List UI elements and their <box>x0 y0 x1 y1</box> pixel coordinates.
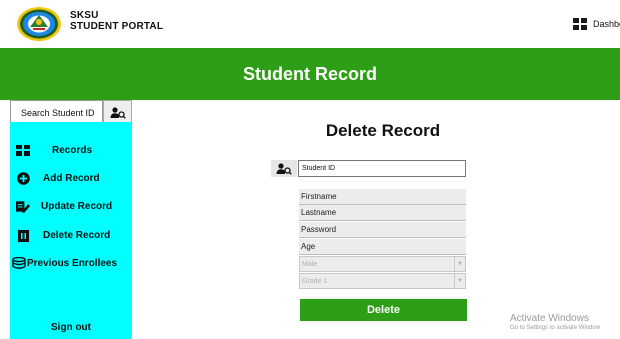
firstname-field[interactable]: Firstname <box>299 189 466 205</box>
database-icon <box>12 257 26 269</box>
portal-brand: SKSU STUDENT PORTAL <box>70 10 163 32</box>
grade-select[interactable]: Grade 1 ▼ <box>299 273 466 289</box>
password-field[interactable]: Password <box>299 222 466 238</box>
banner-title: Student Record <box>242 63 377 84</box>
sidebar-item-label: Delete Record <box>43 229 111 241</box>
watermark-subtitle: Go to Settings to activate Window <box>510 325 601 331</box>
plus-circle-icon <box>16 171 30 185</box>
activation-watermark: Activate Windows Go to Settings to activ… <box>510 313 600 331</box>
sidebar-item-label: Add Record <box>43 172 100 184</box>
chevron-down-icon: ▼ <box>454 274 465 288</box>
sidebar-item-previous-enrollees[interactable]: Previous Enrollees <box>10 252 132 274</box>
sidebar-item-update-record[interactable]: Update Record <box>10 195 132 217</box>
top-bar: SKSU STUDENT PORTAL Dashboard <box>0 0 620 48</box>
lastname-field[interactable]: Lastname <box>299 205 466 221</box>
page-banner: Student Record <box>0 48 620 100</box>
trash-icon <box>16 229 30 242</box>
grade-value: Grade 1 <box>302 277 328 285</box>
dashboard-link[interactable]: Dashboard <box>573 18 620 30</box>
user-search-icon <box>276 162 292 175</box>
chevron-down-icon: ▼ <box>454 257 465 271</box>
page-title: Delete Record <box>325 121 441 140</box>
sidebar-item-records[interactable]: Records <box>10 139 132 161</box>
delete-button[interactable]: Delete <box>300 299 467 321</box>
sidebar-item-label: Update Record <box>41 200 113 212</box>
dashboard-icon <box>573 18 587 30</box>
user-search-icon <box>110 107 126 119</box>
sidebar-item-label: Previous Enrollees <box>27 257 118 269</box>
sign-out-button[interactable]: Sign out <box>10 322 132 333</box>
school-logo <box>16 6 62 42</box>
records-grid-icon <box>16 144 30 156</box>
brand-line2: STUDENT PORTAL <box>70 21 164 32</box>
brand-line1: SKSU <box>70 10 99 21</box>
dashboard-label: Dashboard <box>593 19 620 29</box>
age-field[interactable]: Age <box>299 239 466 255</box>
watermark-title: Activate Windows <box>510 313 589 324</box>
sidebar-item-add-record[interactable]: Add Record <box>10 167 132 189</box>
student-id-input[interactable]: Student ID <box>298 160 466 177</box>
sidebar-item-label: Records <box>52 144 93 156</box>
gender-value: Male <box>302 260 318 268</box>
sidebar-item-delete-record[interactable]: Delete Record <box>10 224 132 246</box>
pencil-edit-icon <box>16 200 30 213</box>
lookup-student-button[interactable] <box>271 160 297 177</box>
sidebar: Records Add Record Update Record Delete … <box>10 122 132 339</box>
gender-select[interactable]: Male ▼ <box>299 256 466 272</box>
